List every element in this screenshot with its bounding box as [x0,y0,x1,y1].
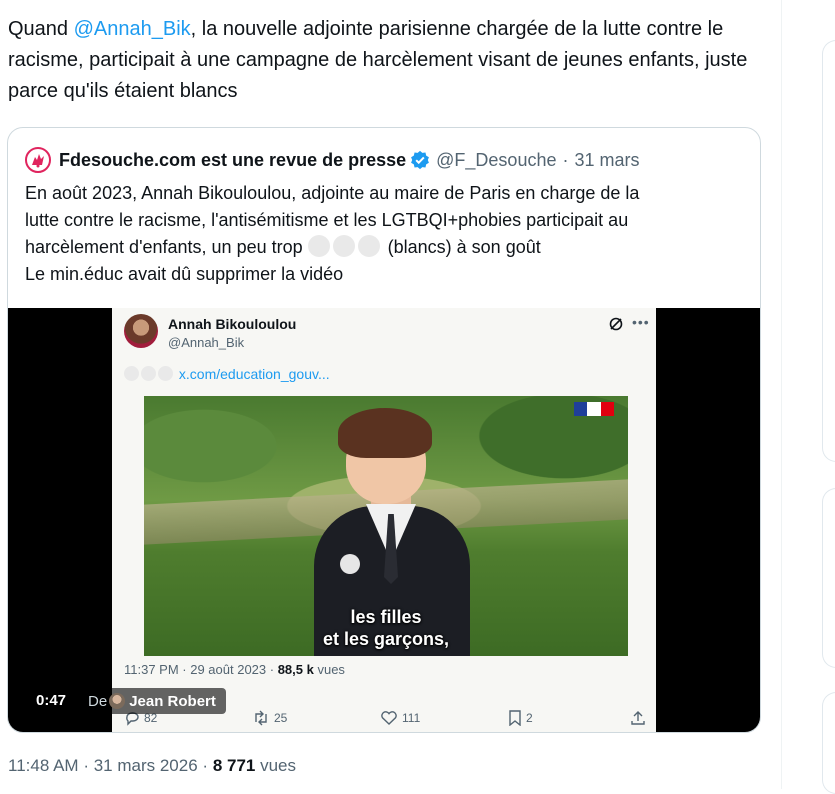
source-avatar [109,693,126,709]
white-circle-emoji [307,235,330,257]
video-player[interactable]: Annah Bikouloulou @Annah_Bik ••• x.com/e… [8,308,760,732]
views-label: vues [260,756,297,775]
video-subtitle: les filles et les garçons, [322,607,450,649]
like-action: 111 [380,710,420,726]
white-circle-emoji [332,235,355,257]
embedded-handle: @Annah_Bik [168,335,245,350]
tweet-time[interactable]: 11:48 AM [8,756,79,775]
share-action [630,710,650,726]
side-panel-card [822,488,835,668]
tweet-text-prefix: Quand [8,18,74,40]
tweet-date[interactable]: 31 mars 2026 [94,756,198,775]
more-icon: ••• [632,314,650,330]
like-icon [381,711,397,725]
mention-link[interactable]: @Annah_Bik [74,18,191,40]
video-duration: 0:47 [32,688,71,714]
quoted-text-line: lutte contre le racisme, l'antisémitisme… [25,210,629,230]
tweet-footer: 11:48 AM · 31 mars 2026 · 8 771 vues [8,756,296,776]
pin-badge [340,554,360,574]
quoted-tweet-text: En août 2023, Annah Bikouloulou, adjoint… [25,180,745,288]
quoted-text-line: Le min.éduc avait dû supprimer la vidéo [25,264,344,284]
rooster-logo-icon[interactable] [25,147,51,173]
quoted-date[interactable]: 31 mars [574,150,639,171]
quoted-display-name[interactable]: Fdesouche.com est une revue de presse [59,150,406,171]
repost-icon [255,710,267,726]
tweet-text: Quand @Annah_Bik, la nouvelle adjointe p… [8,14,768,107]
verified-badge-icon [411,150,430,170]
french-flag-icon [574,402,614,416]
quoted-tweet[interactable]: Fdesouche.com est une revue de presse @F… [7,127,761,733]
quoted-tweet-header: Fdesouche.com est une revue de presse @F… [25,147,640,173]
embedded-meta: 11:37 PM · 29 août 2023 · 88,5 k vues [124,662,345,677]
source-name[interactable]: Jean Robert [129,693,216,710]
quoted-text-line: En août 2023, Annah Bikouloulou, adjoint… [25,183,640,203]
bookmark-icon [509,710,521,726]
grok-icon [609,317,623,331]
dot-separator: · [562,149,569,170]
embedded-link: x.com/education_gouv... [124,366,330,382]
repost-action: 25 [252,710,287,726]
person-hair [338,408,432,458]
video-frame: les filles et les garçons, [144,396,628,656]
dot-separator: · [83,756,89,775]
avatar [124,314,158,348]
views-count: 8 771 [212,756,256,775]
bookmark-action: 2 [508,710,533,726]
column-divider [781,0,782,789]
quoted-text-line: harcèlement d'enfants, un peu trop (blan… [25,235,541,257]
embedded-tweet-screenshot: Annah Bikouloulou @Annah_Bik ••• x.com/e… [112,308,656,732]
source-prefix: De [88,692,108,710]
side-panel-card [822,40,835,462]
dot-separator: · [202,756,209,775]
embedded-display-name: Annah Bikouloulou [168,316,297,332]
video-source-badge[interactable]: De Jean Robert [82,688,226,714]
white-circle-emoji [357,235,380,257]
share-icon [631,711,645,725]
quoted-handle[interactable]: @F_Desouche [436,150,556,171]
side-panel-card [822,692,835,794]
